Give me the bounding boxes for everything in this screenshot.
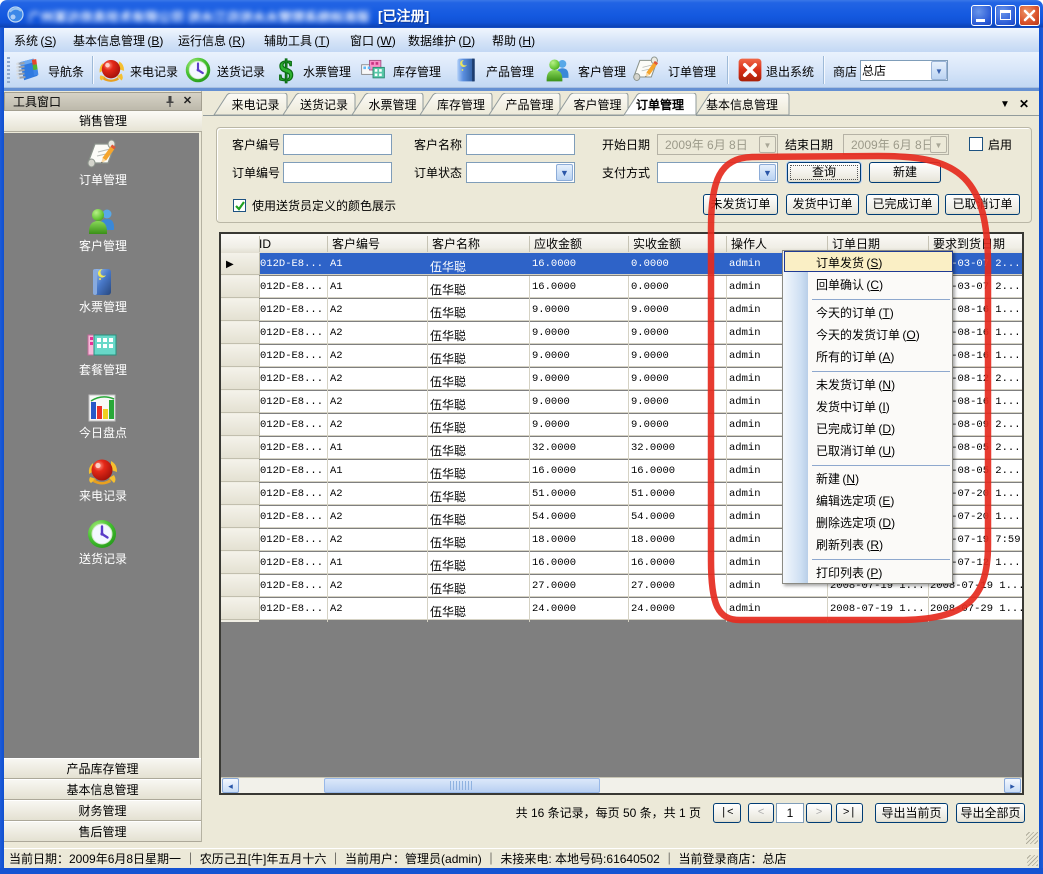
svg-text:$: $ [279, 56, 294, 84]
